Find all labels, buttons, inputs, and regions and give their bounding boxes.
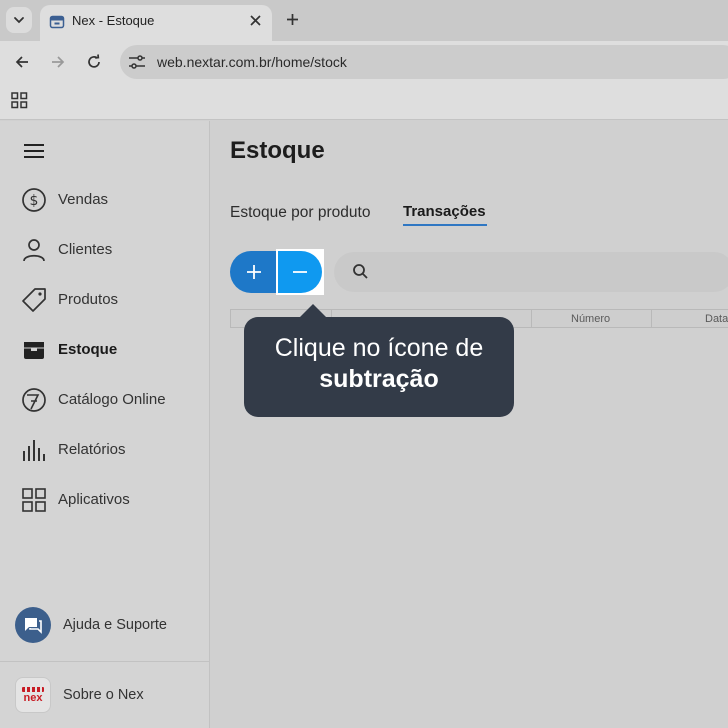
address-bar[interactable]: web.nextar.com.br/home/stock — [120, 45, 728, 79]
tab-transacoes[interactable]: Transações — [403, 203, 486, 220]
sidebar-item-relatorios[interactable]: Relatórios — [0, 430, 209, 470]
table-column-divider — [531, 310, 532, 327]
column-header-data[interactable]: Data — [705, 313, 728, 325]
reload-icon — [88, 54, 100, 68]
box-icon — [21, 337, 47, 363]
tooltip-arrow — [299, 304, 327, 318]
column-header-numero[interactable]: Número — [571, 313, 610, 325]
sidebar: $ Vendas Clientes Produtos Estoque Catál… — [0, 121, 210, 728]
sidebar-item-vendas[interactable]: $ Vendas — [0, 180, 209, 220]
bar-chart-icon — [21, 437, 47, 463]
forward-button[interactable] — [46, 50, 70, 74]
sidebar-item-label: Vendas — [58, 191, 109, 208]
apps-grid-icon — [21, 487, 47, 513]
apps-grid-icon[interactable] — [11, 92, 28, 109]
new-tab-button[interactable] — [281, 8, 303, 30]
svg-text:$: $ — [30, 193, 39, 209]
help-support-button[interactable]: Ajuda e Suporte — [0, 604, 209, 644]
user-icon — [21, 237, 47, 263]
tooltip-line-1: Clique no ícone de — [274, 334, 484, 362]
browser-tab[interactable]: Nex - Estoque — [40, 5, 272, 41]
about-nex-button[interactable]: nex Sobre o Nex — [0, 676, 209, 716]
minus-icon — [293, 271, 307, 273]
nex-logo: nex — [15, 677, 51, 713]
sidebar-item-estoque[interactable]: Estoque — [0, 330, 209, 370]
site-info-button[interactable] — [127, 52, 147, 72]
chat-icon — [15, 607, 51, 643]
sidebar-item-catalogo-online[interactable]: Catálogo Online — [0, 380, 209, 420]
sidebar-item-aplicativos[interactable]: Aplicativos — [0, 480, 209, 520]
search-icon — [353, 264, 368, 279]
subtract-stock-button[interactable] — [278, 251, 322, 293]
page-title: Estoque — [230, 137, 325, 164]
site-info-icon — [129, 55, 145, 69]
tutorial-tooltip: Clique no ícone de subtração — [244, 317, 514, 417]
highlight-frame — [276, 249, 324, 295]
sidebar-item-label: Relatórios — [58, 441, 126, 458]
favicon-icon — [49, 15, 65, 29]
table-column-divider — [651, 310, 652, 327]
about-nex-label: Sobre o Nex — [63, 687, 144, 703]
sidebar-item-label: Estoque — [58, 341, 118, 358]
plus-icon — [286, 13, 298, 25]
url-text: web.nextar.com.br/home/stock — [157, 54, 347, 70]
search-input[interactable] — [334, 252, 728, 292]
active-tab-indicator — [403, 224, 487, 226]
help-support-label: Ajuda e Suporte — [63, 617, 167, 633]
forward-icon — [52, 56, 65, 68]
back-icon — [15, 56, 28, 68]
tab-list-button[interactable] — [6, 7, 32, 33]
chevron-down-icon — [14, 17, 24, 24]
main-content: Estoque Estoque por produto Transações N… — [210, 121, 728, 728]
catalog-icon — [21, 387, 47, 413]
sidebar-item-label: Clientes — [58, 241, 113, 258]
close-icon — [249, 14, 261, 26]
sidebar-item-clientes[interactable]: Clientes — [0, 230, 209, 270]
dollar-icon: $ — [21, 187, 47, 213]
plus-icon — [246, 265, 261, 279]
sidebar-item-produtos[interactable]: Produtos — [0, 280, 209, 320]
browser-tab-bar: Nex - Estoque — [0, 0, 728, 41]
add-stock-button[interactable] — [230, 251, 277, 293]
tab-estoque-por-produto[interactable]: Estoque por produto — [230, 204, 370, 222]
back-button[interactable] — [10, 50, 34, 74]
browser-toolbar: web.nextar.com.br/home/stock — [0, 41, 728, 83]
bookmarks-bar — [0, 83, 728, 120]
reload-button[interactable] — [82, 50, 106, 74]
hamburger-menu-icon[interactable] — [22, 142, 46, 160]
divider — [0, 661, 209, 662]
sidebar-item-label: Aplicativos — [58, 491, 130, 508]
close-tab-button[interactable] — [246, 11, 264, 29]
tooltip-line-2: subtração — [319, 365, 439, 393]
tag-icon — [21, 287, 47, 313]
stock-action-buttons — [230, 249, 324, 295]
tab-title: Nex - Estoque — [72, 13, 155, 28]
sidebar-item-label: Produtos — [58, 291, 119, 308]
sidebar-item-label: Catálogo Online — [58, 391, 166, 408]
